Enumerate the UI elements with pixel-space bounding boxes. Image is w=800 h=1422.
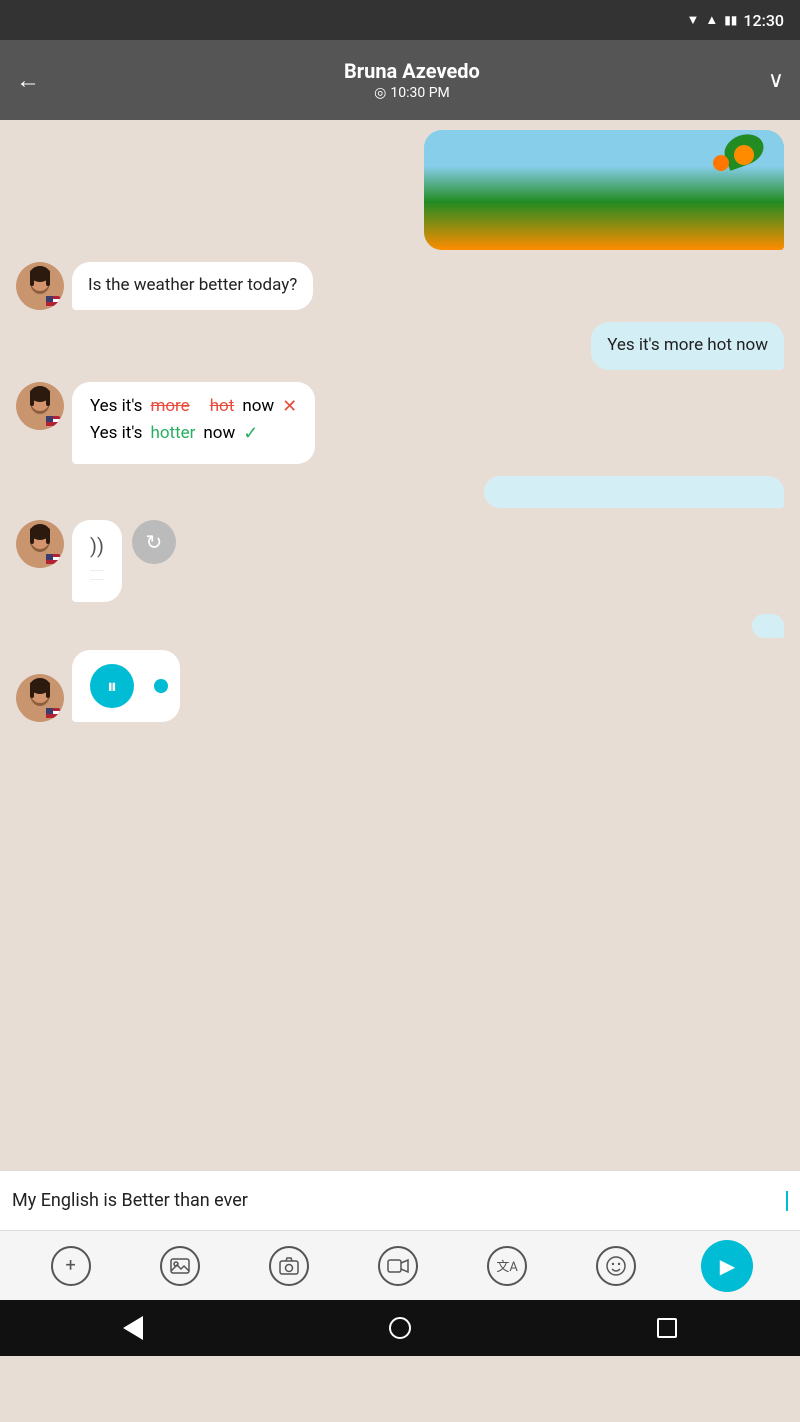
send-button[interactable]: ▶	[701, 1240, 753, 1292]
location-icon: ◎	[374, 85, 386, 101]
divider	[90, 570, 104, 571]
header-info: Bruna Azevedo ◎ 10:30 PM	[56, 59, 768, 101]
chat-area: Is the weather better today? Yes it's mo…	[0, 120, 800, 1170]
camera-button[interactable]	[265, 1242, 313, 1290]
wrong-word1: more	[150, 396, 189, 416]
toolbar: + 文A	[0, 1230, 800, 1300]
nav-recent-icon	[657, 1318, 677, 1338]
divider	[90, 579, 104, 580]
correct-word: hotter	[150, 423, 195, 443]
wrong-suffix: now	[242, 396, 274, 416]
image-placeholder	[424, 130, 784, 250]
translate-icon: 文A	[487, 1246, 527, 1286]
input-area: My English is Better than ever	[0, 1170, 800, 1230]
message-text: Is the weather better today?	[88, 275, 297, 295]
correct-prefix: Yes it's	[90, 423, 142, 443]
nav-home-button[interactable]	[370, 1308, 430, 1348]
correct-suffix: now	[203, 423, 235, 443]
signal-icon: ▲	[705, 12, 718, 28]
chat-header: ← Bruna Azevedo ◎ 10:30 PM ∨	[0, 40, 800, 120]
status-bar: ▼ ▲ ▮▮ 12:30	[0, 0, 800, 40]
nav-back-icon	[123, 1316, 143, 1340]
voice-bubble: ))	[72, 520, 122, 602]
wrong-word2: hot	[210, 396, 235, 416]
input-text[interactable]: My English is Better than ever	[12, 1190, 785, 1211]
grammar-correct-line: Yes it's hotter now ✓	[90, 423, 297, 444]
send-icon: ▶	[720, 1254, 735, 1278]
nav-bar	[0, 1300, 800, 1356]
avatar	[16, 520, 64, 568]
avatar	[16, 382, 64, 430]
orange-decoration	[734, 145, 754, 165]
contact-name: Bruna Azevedo	[56, 59, 768, 83]
message-row	[16, 130, 784, 250]
nav-back-button[interactable]	[103, 1308, 163, 1348]
voice-wave-icon: ))	[90, 534, 104, 558]
pause-icon: ⏸	[107, 674, 117, 698]
header-time: ◎ 10:30 PM	[56, 85, 768, 101]
outgoing-bubble	[752, 614, 784, 638]
camera-icon	[269, 1246, 309, 1286]
avatar	[16, 674, 64, 722]
emoji-button[interactable]	[592, 1242, 640, 1290]
image-icon	[160, 1246, 200, 1286]
avatar	[16, 262, 64, 310]
incoming-bubble: Is the weather better today?	[72, 262, 313, 310]
message-text: Yes it's more hot now	[607, 335, 768, 355]
chat-content: Is the weather better today? Yes it's mo…	[16, 130, 784, 722]
progress-thumb	[154, 679, 168, 693]
refresh-button[interactable]: ↻	[132, 520, 176, 564]
voice-top: ))	[90, 534, 104, 558]
wifi-icon: ▼	[686, 12, 699, 28]
nav-recent-button[interactable]	[637, 1308, 697, 1348]
status-time: 12:30	[743, 11, 784, 30]
pause-button[interactable]: ⏸	[90, 664, 134, 708]
outgoing-bubble: Yes it's more hot now	[591, 322, 784, 370]
image-button[interactable]	[156, 1242, 204, 1290]
emoji-icon	[596, 1246, 636, 1286]
battery-icon: ▮▮	[724, 13, 737, 27]
grammar-bubble: Yes it's more hot now ✕ Yes it's hotter …	[72, 382, 315, 464]
voice-message-row: )) ↻	[16, 520, 784, 602]
video-icon	[378, 1246, 418, 1286]
plus-icon: +	[51, 1246, 91, 1286]
text-cursor	[786, 1191, 788, 1211]
chevron-down-icon[interactable]: ∨	[768, 68, 784, 93]
audio-message-row	[16, 476, 784, 508]
message-row	[16, 614, 784, 638]
back-button[interactable]: ←	[16, 66, 40, 95]
x-mark-icon: ✕	[282, 396, 297, 417]
video-button[interactable]	[374, 1242, 422, 1290]
status-icons: ▼ ▲ ▮▮ 12:30	[686, 11, 784, 30]
plus-button[interactable]: +	[47, 1242, 95, 1290]
playing-message-row: ⏸	[16, 650, 784, 722]
check-mark-icon: ✓	[243, 423, 258, 444]
message-row: Yes it's more hot now	[16, 322, 784, 370]
image-bubble	[424, 130, 784, 250]
message-row: Is the weather better today?	[16, 262, 784, 310]
wrong-prefix: Yes it's	[90, 396, 142, 416]
grammar-wrong-line: Yes it's more hot now ✕	[90, 396, 297, 417]
playing-bubble: ⏸	[72, 650, 180, 722]
orange-decoration2	[713, 155, 729, 171]
nav-home-icon	[389, 1317, 411, 1339]
audio-progress	[146, 685, 162, 687]
translate-button[interactable]: 文A	[483, 1242, 531, 1290]
audio-bubble[interactable]	[484, 476, 784, 508]
grammar-message-row: Yes it's more hot now ✕ Yes it's hotter …	[16, 382, 784, 464]
